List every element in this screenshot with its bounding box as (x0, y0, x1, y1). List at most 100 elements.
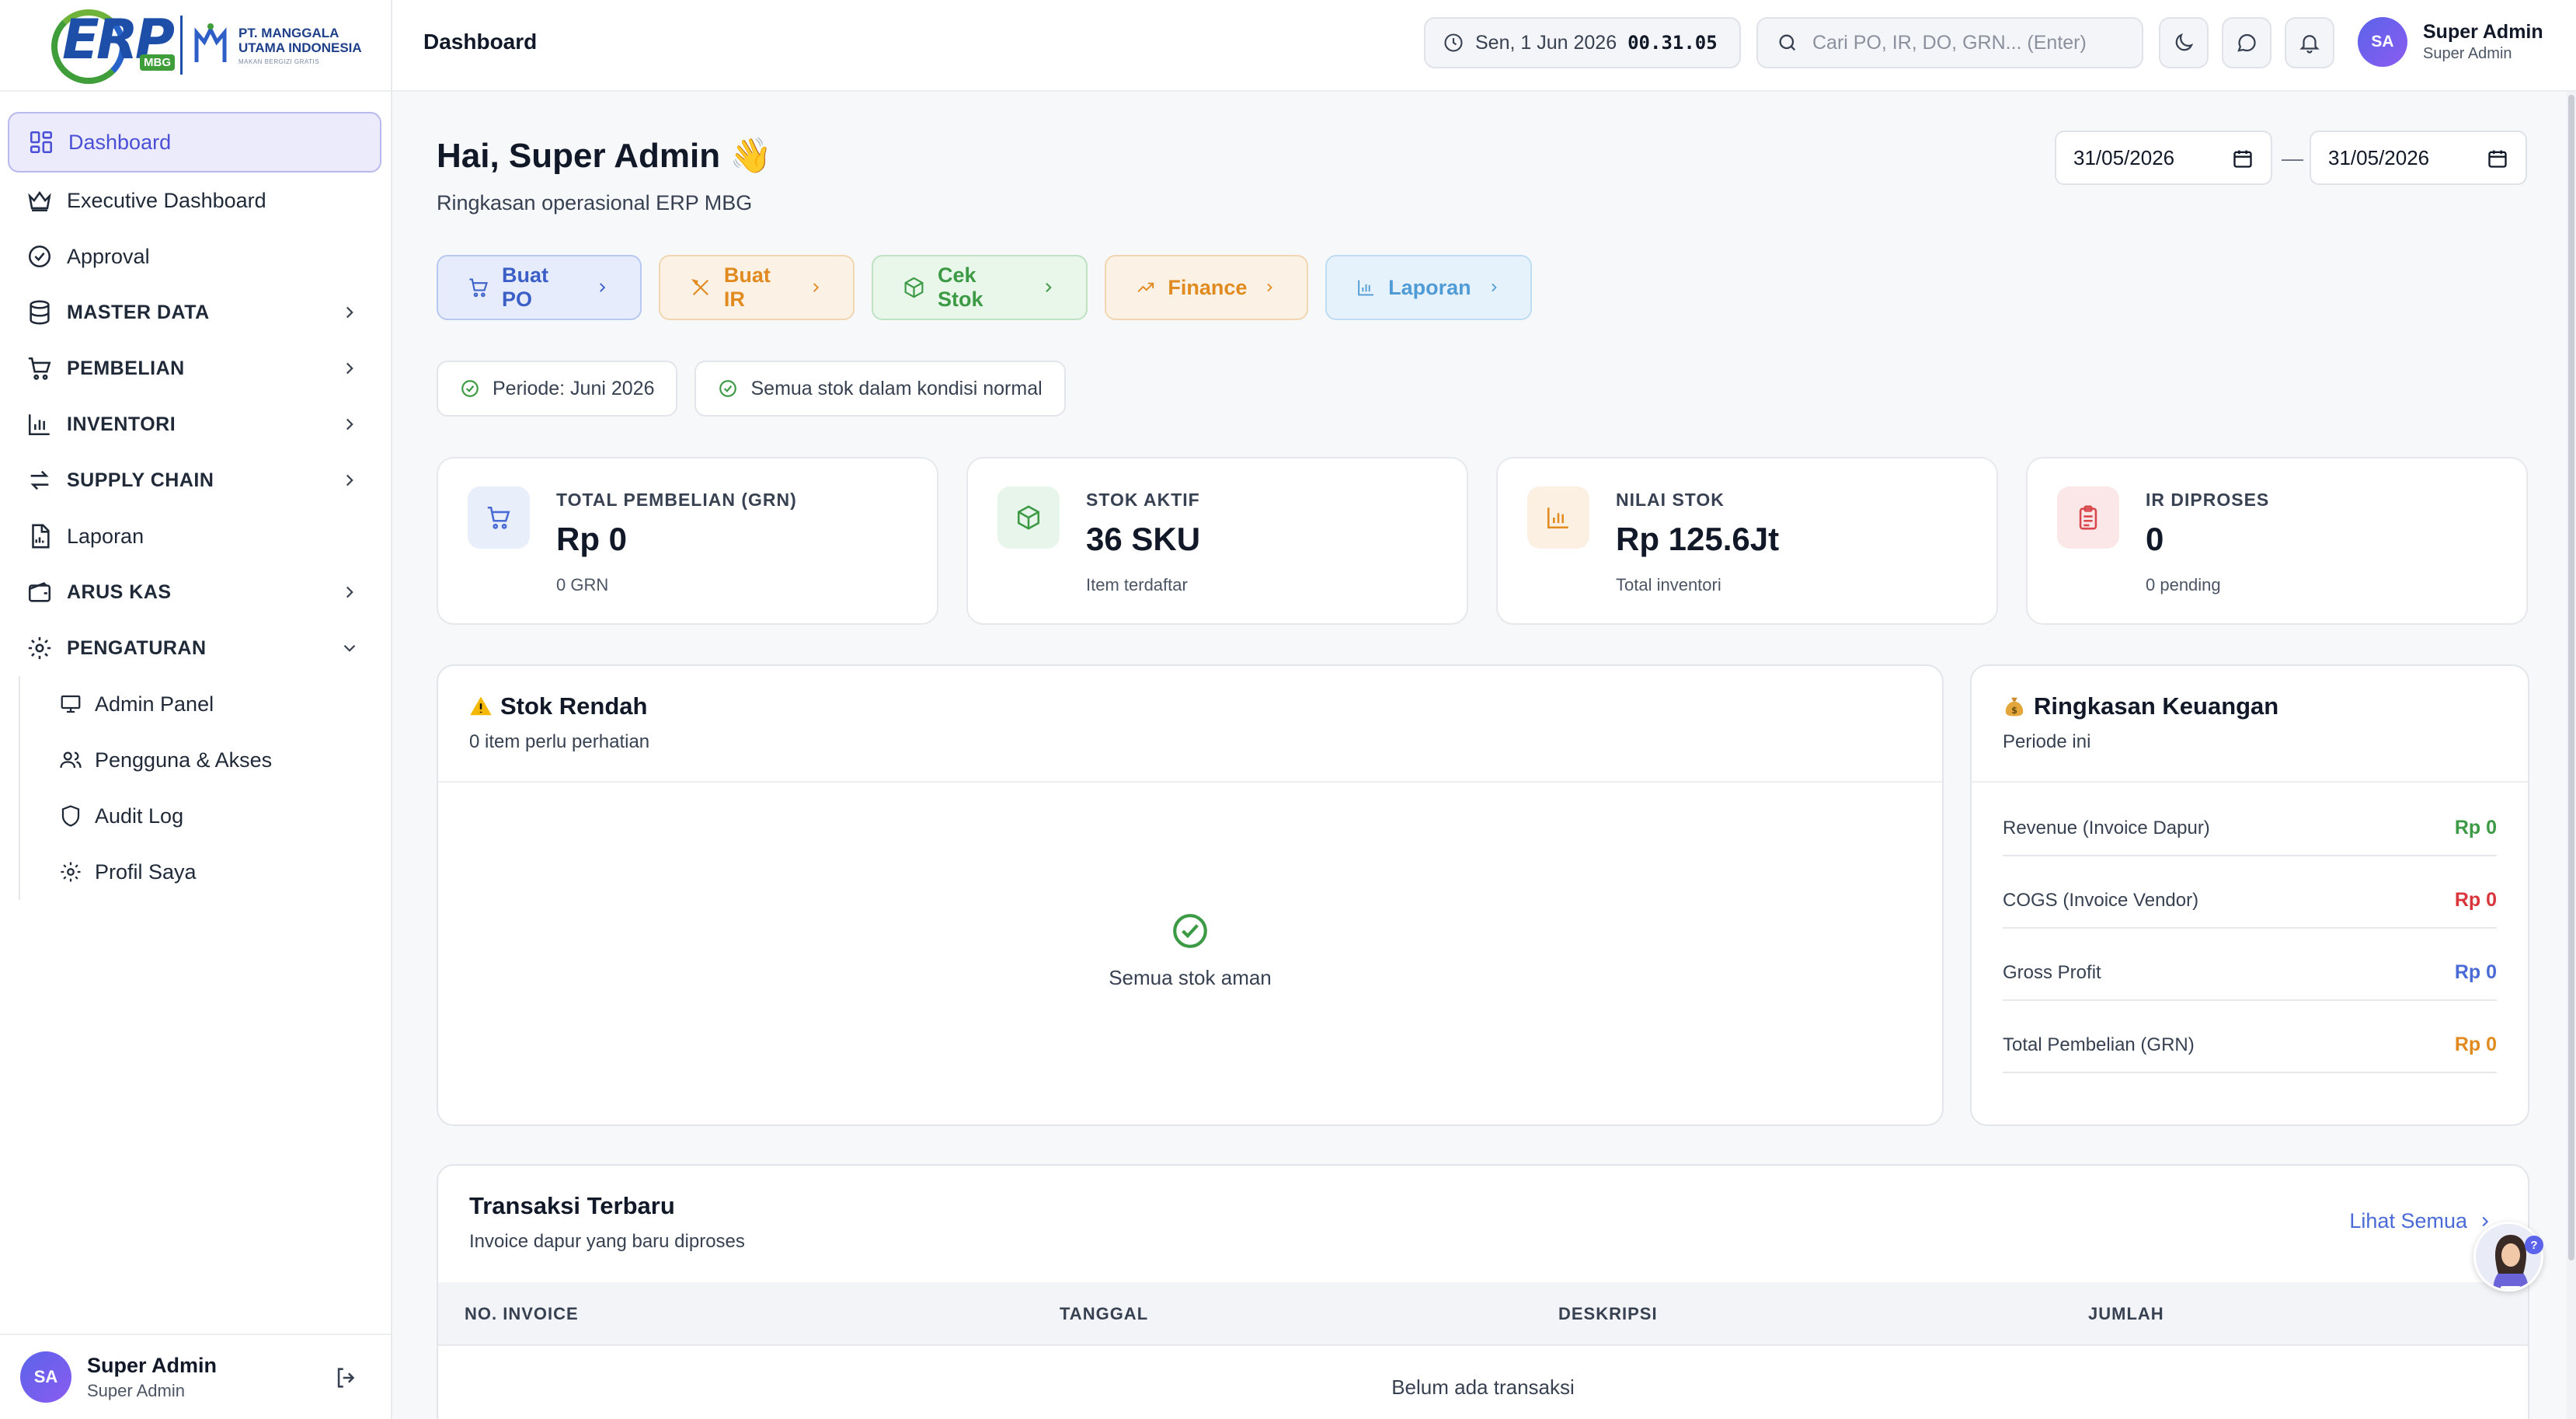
panel-title: Stok Rendah (469, 692, 1942, 720)
stat-card-total-pembelian[interactable]: TOTAL PEMBELIAN (GRN) Rp 0 0 GRN (437, 457, 938, 625)
buat-ir-button[interactable]: Buat IR (659, 255, 855, 320)
warning-icon (470, 696, 492, 716)
view-all-link[interactable]: Lihat Semua (2349, 1209, 2494, 1233)
sidebar-item-inventori[interactable]: INVENTORI (8, 396, 381, 452)
sidebar-item-arus-kas[interactable]: ARUS KAS (8, 564, 381, 620)
avatar[interactable]: SA (20, 1351, 71, 1403)
money-bag-icon: $ (2005, 697, 2024, 716)
sidebar-subitem-pengguna-akses[interactable]: Pengguna & Akses (23, 732, 381, 788)
panel-title: $ Ringkasan Keuangan (2003, 692, 2528, 720)
gear-icon (28, 636, 51, 660)
laporan-button[interactable]: Laporan (1325, 255, 1532, 320)
clock-widget: Sen, 1 Jun 2026 00.31.05 (1424, 17, 1741, 68)
chevron-right-icon (600, 283, 606, 292)
bar-chart-icon (1527, 486, 1589, 549)
company-name-line2: UTAMA INDONESIA (238, 40, 362, 55)
check-circle-icon (1173, 914, 1207, 948)
sidebar-item-label: ARUS KAS (67, 580, 172, 603)
panel-title: Transaksi Terbaru (469, 1192, 675, 1219)
notifications-button[interactable] (2285, 17, 2334, 68)
buat-po-button[interactable]: Buat PO (437, 255, 642, 320)
crown-icon (28, 190, 51, 212)
sidebar-item-approval[interactable]: Approval (8, 228, 381, 284)
table-header: NO. INVOICE TANGGAL DESKRIPSI JUMLAH (438, 1282, 2528, 1346)
sidebar-item-pembelian[interactable]: PEMBELIAN (8, 340, 381, 396)
pengaturan-submenu: Admin Panel Pengguna & Akses Audit Log P… (19, 676, 381, 900)
current-time: 00.31.05 (1627, 32, 1718, 54)
sidebar-item-laporan[interactable]: Laporan (8, 508, 381, 564)
column-header[interactable]: DESKRIPSI (1558, 1304, 1658, 1324)
sidebar-item-label: PEMBELIAN (67, 357, 185, 379)
button-label: Cek Stok (938, 263, 983, 311)
column-header[interactable]: TANGGAL (1060, 1304, 1148, 1324)
sidebar-item-supply-chain[interactable]: SUPPLY CHAIN (8, 452, 381, 508)
stat-sub: Item terdaftar (1086, 575, 1188, 594)
scrollbar-thumb[interactable] (2568, 95, 2574, 1260)
finance-row-cogs: COGS (Invoice Vendor) Rp 0 (2003, 856, 2497, 929)
dashboard-icon (30, 131, 53, 154)
messages-button[interactable] (2222, 17, 2271, 68)
theme-toggle-button[interactable] (2159, 17, 2209, 68)
panel-subtitle: Periode ini (2003, 731, 2091, 752)
avatar[interactable]: SA (2358, 17, 2407, 67)
stock-status-pill: Semua stok dalam kondisi normal (694, 361, 1066, 417)
user-role: Super Admin (87, 1380, 185, 1400)
chevron-right-icon (1491, 283, 1497, 292)
svg-text:$: $ (2011, 706, 2017, 716)
shield-icon (61, 805, 80, 827)
stat-value: Rp 125.6Jt (1616, 521, 1780, 557)
period-pill: Periode: Juni 2026 (437, 361, 678, 417)
sidebar-item-label: Approval (67, 244, 150, 268)
chevron-right-icon (1267, 283, 1273, 292)
helper-badge: ? (2525, 1236, 2543, 1254)
helper-assistant-button[interactable] (2473, 1222, 2543, 1292)
sidebar-subitem-profil-saya[interactable]: Profil Saya (23, 844, 381, 900)
main-content: Hai, Super Admin 👋 Ringkasan operasional… (392, 92, 2576, 1419)
stat-card-stok-aktif[interactable]: STOK AKTIF 36 SKU Item terdaftar (966, 457, 1468, 625)
search-icon (1779, 34, 1796, 51)
sidebar-item-master-data[interactable]: MASTER DATA (8, 284, 381, 340)
global-search[interactable] (1756, 17, 2143, 68)
wallet-icon (28, 582, 51, 602)
chevron-right-icon (346, 306, 353, 319)
clipboard-icon (2057, 486, 2119, 549)
cek-stok-button[interactable]: Cek Stok (872, 255, 1088, 320)
monitor-icon (61, 695, 81, 713)
cart-icon (469, 278, 488, 298)
check-circle-icon (28, 245, 51, 268)
sidebar-subitem-admin-panel[interactable]: Admin Panel (23, 676, 381, 732)
swap-icon (30, 470, 49, 490)
button-label: Buat PO (502, 263, 549, 311)
clock-icon (1444, 33, 1463, 52)
date-from-input[interactable]: 31/05/2026 (2055, 131, 2272, 185)
logout-icon[interactable] (333, 1365, 360, 1391)
stat-value: Rp 0 (556, 521, 628, 557)
current-date: Sen, 1 Jun 2026 (1475, 31, 1617, 54)
brand-logo[interactable]: ERP MBG PT. MANGGALA UTAMA INDONESIA MAK… (0, 0, 391, 92)
stat-sub: Total inventori (1616, 575, 1721, 594)
finance-button[interactable]: Finance (1105, 255, 1308, 320)
date-to-input[interactable]: 31/05/2026 (2310, 131, 2527, 185)
erp-logo: ERP MBG (48, 3, 175, 87)
stat-card-nilai-stok[interactable]: NILAI STOK Rp 125.6Jt Total inventori (1496, 457, 1998, 625)
column-header[interactable]: NO. INVOICE (465, 1304, 579, 1324)
sidebar-item-pengaturan[interactable]: PENGATURAN (8, 620, 381, 676)
sidebar-subitem-audit-log[interactable]: Audit Log (23, 788, 381, 844)
calendar-icon[interactable] (2487, 148, 2508, 169)
finance-row-revenue: Revenue (Invoice Dapur) Rp 0 (2003, 784, 2497, 856)
sidebar-item-dashboard[interactable]: Dashboard (8, 112, 381, 173)
column-header[interactable]: JUMLAH (2088, 1304, 2164, 1324)
calendar-icon[interactable] (2232, 148, 2254, 169)
sidebar-item-executive-dashboard[interactable]: Executive Dashboard (8, 173, 381, 228)
topbar-user[interactable]: SA Super Admin Super Admin (2358, 17, 2543, 67)
stat-card-ir-diproses[interactable]: IR DIPROSES 0 0 pending (2026, 457, 2528, 625)
search-input[interactable] (1812, 31, 2123, 54)
sidebar-item-label: Laporan (67, 524, 144, 548)
status-pills: Periode: Juni 2026 Semua stok dalam kond… (437, 361, 1066, 417)
stat-label: TOTAL PEMBELIAN (GRN) (556, 490, 797, 510)
bar-chart-icon (28, 414, 50, 436)
topbar: Dashboard Sen, 1 Jun 2026 00.31.05 SA Su… (392, 0, 2576, 92)
chevron-right-icon (346, 586, 353, 598)
moon-icon (2175, 33, 2194, 51)
sidebar: ERP MBG PT. MANGGALA UTAMA INDONESIA MAK… (0, 0, 392, 1419)
